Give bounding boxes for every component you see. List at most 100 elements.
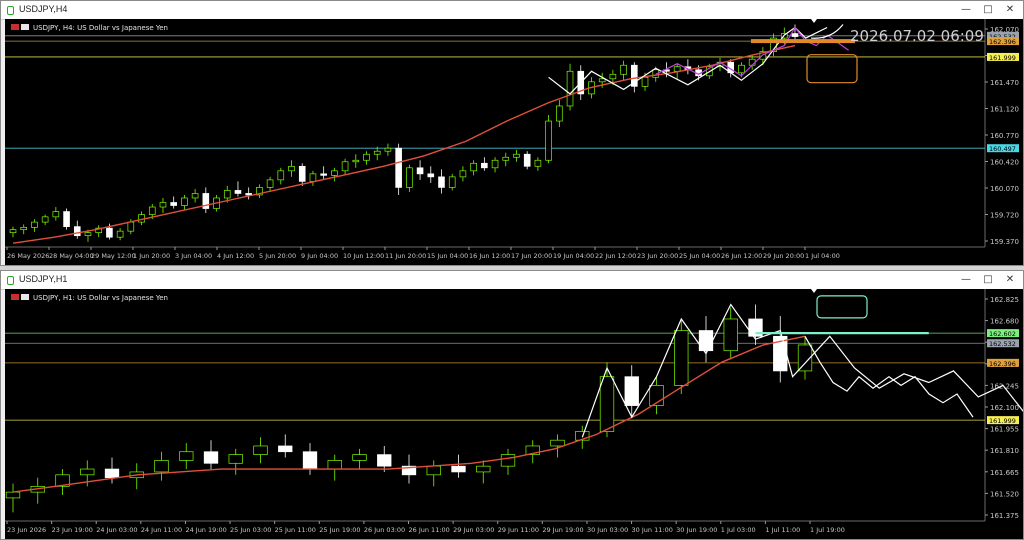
candle-body <box>9 229 17 234</box>
time-tick-label: 1 Jul 11:00 <box>765 526 800 534</box>
chart-window-h1: USDJPY,H1 — □ ✕ 162.825162.680162.535162… <box>0 270 1024 540</box>
time-tick-label: 16 Jun 12:00 <box>469 252 510 260</box>
minimize-button[interactable]: — <box>955 2 977 18</box>
chart-svg-h4[interactable]: 162.070161.820161.470161.120160.770160.4… <box>5 19 1023 265</box>
candle-body <box>406 167 413 188</box>
flag-icon <box>11 24 19 30</box>
candle-body <box>384 147 392 152</box>
flag-icon <box>21 294 29 300</box>
time-tick-label: 25 Jun 19:00 <box>319 526 360 534</box>
maximize-button[interactable]: □ <box>977 272 999 288</box>
time-tick-label: 25 Jun 03:00 <box>230 526 271 534</box>
window-titlebar-h1[interactable]: USDJPY,H1 — □ ✕ <box>1 271 1023 290</box>
candle-body <box>624 376 639 406</box>
time-tick-label: 1 Jun 20:00 <box>133 252 170 260</box>
price-tick-label: 161.665 <box>990 469 1019 477</box>
candle-body <box>373 150 381 155</box>
candle-body <box>545 120 552 161</box>
time-tick-label: 29 Jun 19:00 <box>542 526 583 534</box>
window-titlebar-h4[interactable]: USDJPY,H4 — □ ✕ <box>1 1 1023 20</box>
candle-body <box>191 193 199 199</box>
candle-body <box>377 454 392 467</box>
candle-body <box>459 170 467 178</box>
candle-body <box>327 460 342 470</box>
shift-marker-icon <box>811 19 817 23</box>
candle-body <box>278 445 293 453</box>
candle-body <box>288 165 295 172</box>
time-tick-label: 23 Jun 20:00 <box>637 252 678 260</box>
candle-body <box>427 173 435 178</box>
candle-body <box>523 153 531 167</box>
candle-body <box>148 206 156 215</box>
time-tick-label: 19 Jun 04:00 <box>553 252 594 260</box>
candle-body <box>277 170 285 181</box>
chart-area-h1[interactable]: 162.825162.680162.535162.390162.245162.1… <box>5 289 1023 539</box>
time-tick-label: 25 Jun 04:00 <box>679 252 720 260</box>
timestamp-overlay: 2026.07.02 06:09 <box>850 27 984 45</box>
time-tick-label: 30 Jun 19:00 <box>676 526 717 534</box>
candle-body <box>620 64 627 75</box>
candle-body <box>223 190 231 199</box>
candle-body <box>203 451 219 464</box>
candle-body <box>331 170 338 176</box>
time-tick-label: 5 Jun 20:00 <box>259 252 296 260</box>
candle-body <box>253 445 268 455</box>
maximize-button[interactable]: □ <box>977 2 999 18</box>
time-tick-label: 4 Jun 12:00 <box>217 252 254 260</box>
candle-body <box>476 465 491 473</box>
candle-body <box>181 197 188 206</box>
window-title-h1: USDJPY,H1 <box>19 274 68 284</box>
price-tick-label: 162.100 <box>990 404 1019 412</box>
price-level-label: 162.396 <box>989 360 1016 368</box>
time-tick-label: 30 Jun 03:00 <box>587 526 628 534</box>
candle-body <box>341 161 349 172</box>
orange-level-bar <box>751 39 855 44</box>
candle-body <box>748 58 756 66</box>
time-tick-label: 23 Jun 19:00 <box>52 526 93 534</box>
time-tick-label: 15 Jun 04:00 <box>427 252 468 260</box>
time-tick-label: 29 May 12:00 <box>91 252 136 260</box>
price-tick-label: 160.070 <box>990 185 1019 193</box>
candle-body <box>470 162 477 172</box>
candle-body <box>84 232 92 237</box>
projection-path <box>804 336 974 418</box>
close-button[interactable]: ✕ <box>999 272 1021 288</box>
time-tick-label: 9 Jun 04:00 <box>301 252 338 260</box>
price-tick-label: 160.420 <box>990 159 1019 167</box>
candle-body <box>674 330 689 386</box>
time-tick-label: 29 Jun 20:00 <box>763 252 804 260</box>
time-tick-label: 24 Jun 03:00 <box>96 526 137 534</box>
candle-body <box>266 179 274 188</box>
candle-body <box>159 202 167 208</box>
price-tick-label: 161.810 <box>990 447 1019 455</box>
price-tick-label: 159.720 <box>990 212 1019 220</box>
time-tick-label: 24 Jun 11:00 <box>141 526 182 534</box>
price-tick-label: 160.770 <box>990 132 1019 140</box>
candle-body <box>31 221 38 228</box>
flag-icon <box>11 294 19 300</box>
candle-body <box>598 78 606 83</box>
window-title-h4: USDJPY,H4 <box>19 4 68 14</box>
minimize-button[interactable]: — <box>955 272 977 288</box>
candle-body <box>599 376 615 432</box>
chart-svg-h1[interactable]: 162.825162.680162.535162.390162.245162.1… <box>5 289 1023 539</box>
price-level-label: 162.532 <box>989 340 1016 348</box>
close-button[interactable]: ✕ <box>999 2 1021 18</box>
candle-body <box>298 165 306 182</box>
time-tick-label: 17 Jun 20:00 <box>511 252 552 260</box>
candle-body <box>500 454 516 467</box>
time-tick-label: 29 Jun 11:00 <box>498 526 539 534</box>
candle-body <box>738 64 745 74</box>
time-tick-label: 3 Jun 04:00 <box>175 252 212 260</box>
candle-body <box>502 156 510 161</box>
candle-body <box>673 66 681 72</box>
price-tick-label: 161.120 <box>990 106 1019 114</box>
candle-body <box>104 468 120 479</box>
candle-body <box>5 491 21 499</box>
time-tick-label: 30 Jun 11:00 <box>632 526 673 534</box>
candle-body <box>106 227 113 238</box>
time-tick-label: 23 Jun 2026 <box>7 526 46 534</box>
candle-body <box>609 73 617 80</box>
price-tick-label: 162.825 <box>990 296 1019 304</box>
chart-area-h4[interactable]: 162.070161.820161.470161.120160.770160.4… <box>5 19 1023 265</box>
